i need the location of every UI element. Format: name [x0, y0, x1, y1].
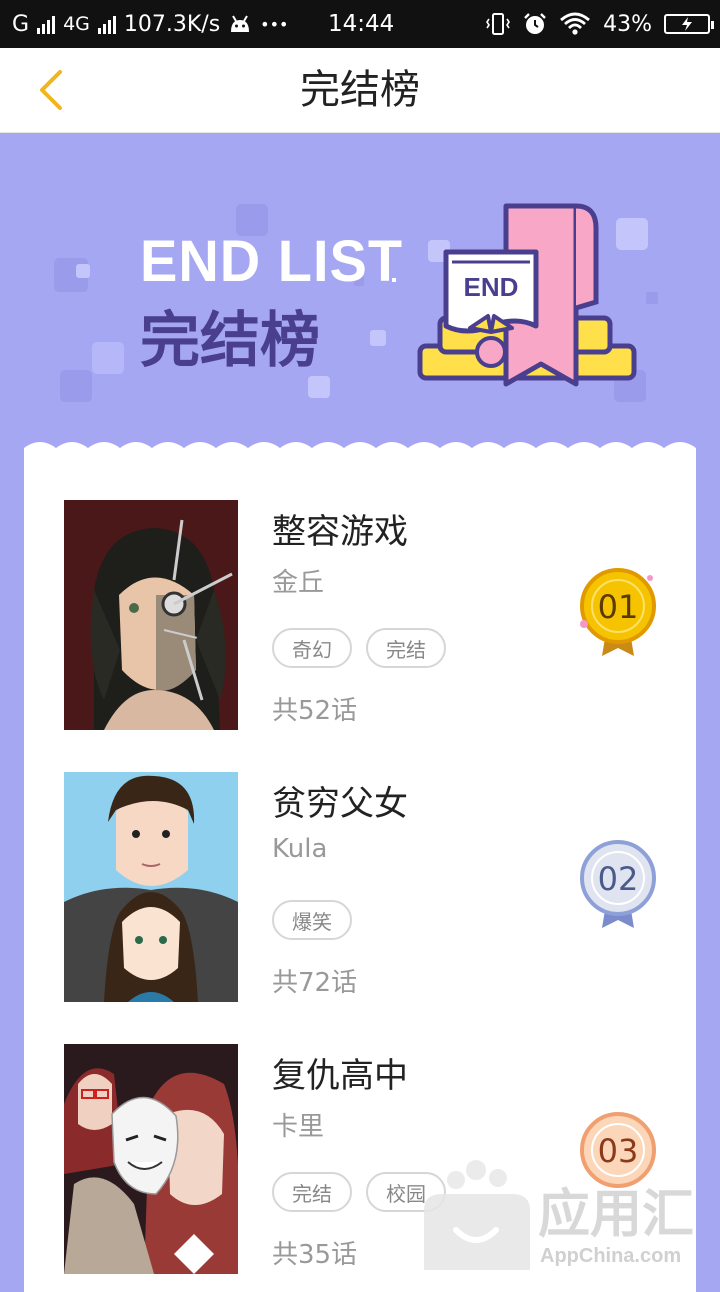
comic-author: Kula — [272, 834, 328, 864]
network-label: 4G — [63, 13, 90, 35]
banner-cn-title: 完结榜 — [140, 306, 320, 376]
appchina-watermark: 应用汇 AppChina.com — [424, 1160, 694, 1270]
comic-title[interactable]: 整容游戏 — [272, 504, 408, 553]
episode-count: 共35话 — [272, 1240, 358, 1270]
cover-image[interactable] — [64, 500, 238, 730]
comic-author: 金丘 — [272, 568, 325, 598]
network-speed: 107.3K/s — [123, 11, 221, 37]
clock: 14:44 — [328, 11, 395, 37]
signal-icon-2 — [97, 14, 116, 34]
banner-en-title: END LIST — [140, 227, 404, 294]
vibrate-icon — [486, 13, 511, 35]
watermark-en: AppChina.com — [540, 1245, 681, 1267]
silver-medal-icon: 02 — [580, 840, 656, 928]
carrier-label: G — [12, 11, 30, 37]
tag-label[interactable]: 完结 — [366, 628, 446, 668]
rank-number: 02 — [598, 860, 639, 898]
list-item[interactable]: 整容游戏 金丘 奇幻 完结 共52话 01 — [64, 500, 664, 732]
cover-image[interactable] — [64, 1044, 238, 1274]
tag-label[interactable]: 完结 — [272, 1172, 352, 1212]
signal-icon — [37, 14, 56, 34]
comic-author: 卡里 — [272, 1112, 325, 1142]
battery-icon — [664, 14, 714, 34]
tag-label[interactable]: 奇幻 — [272, 628, 352, 668]
wifi-icon — [560, 12, 591, 35]
header: 完结榜 — [0, 48, 720, 133]
alarm-icon — [524, 13, 546, 34]
android-icon — [231, 15, 250, 32]
cover-image[interactable] — [64, 772, 238, 1002]
gold-medal-icon: 01 — [580, 568, 656, 656]
more-notifications: ••• — [260, 14, 289, 34]
list-item[interactable]: 贫穷父女 Kula 爆笑 共72话 02 — [64, 772, 664, 1004]
comic-title[interactable]: 复仇高中 — [272, 1048, 408, 1097]
rank-number: 01 — [598, 588, 639, 626]
episode-count: 共52话 — [272, 696, 358, 726]
battery-percent: 43% — [603, 11, 652, 37]
tag-label[interactable]: 爆笑 — [272, 900, 352, 940]
end-badge-text: END — [464, 272, 519, 302]
page-title: 完结榜 — [300, 67, 420, 113]
comic-title[interactable]: 贫穷父女 — [272, 776, 408, 825]
episode-count: 共72话 — [272, 968, 358, 998]
status-bar: G 4G 107.3K/s ••• 14:44 43% — [0, 0, 720, 48]
watermark-cn: 应用汇 — [538, 1185, 694, 1245]
